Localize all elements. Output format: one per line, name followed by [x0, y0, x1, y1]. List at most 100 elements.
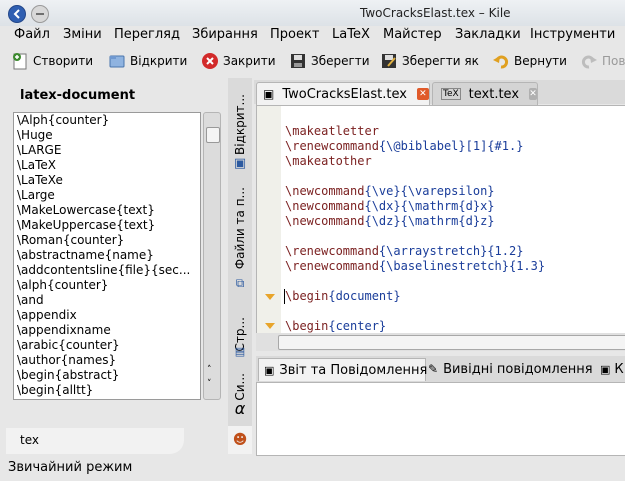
side-tab-open-label: Відкрит...: [233, 93, 247, 155]
open-folder-icon: [108, 52, 126, 70]
save-as-label: Зберегти як: [402, 54, 479, 68]
list-item[interactable]: \Large: [14, 188, 200, 203]
list-item[interactable]: \begin{array}{pos}{cols}: [14, 398, 200, 399]
save-small-icon: ▣: [233, 155, 247, 171]
open-button[interactable]: Відкрити: [108, 50, 187, 72]
redo-label: Пов: [602, 54, 625, 68]
bottom-tab-konsole[interactable]: ▣ К: [600, 358, 624, 380]
code-line: \renewcommand{\@biblabel}[1]{#1.}: [285, 139, 523, 153]
save-as-button[interactable]: Зберегти як: [380, 50, 479, 72]
code-keyword: \begin: [285, 289, 329, 303]
undo-label: Вернути: [514, 54, 567, 68]
editor-hscrollbar[interactable]: [256, 333, 625, 351]
list-item[interactable]: \LaTeX: [14, 158, 200, 173]
bottom-tab-log[interactable]: ▣ Звіт та Повідомлення: [258, 358, 427, 381]
side-tab-files[interactable]: Файли та п...: [228, 182, 252, 274]
tab-close-icon[interactable]: ✕: [529, 88, 537, 100]
scroll-up-icon[interactable]: ˄: [207, 365, 212, 375]
code-keyword: \renewcommand: [285, 244, 379, 258]
list-item[interactable]: \author{names}: [14, 353, 200, 368]
hscroll-thumb[interactable]: [278, 335, 625, 350]
list-item[interactable]: \arabic{counter}: [14, 338, 200, 353]
save-label: Зберегти: [311, 54, 370, 68]
list-item[interactable]: \and: [14, 293, 200, 308]
side-tab-files-label: Файли та п...: [233, 186, 247, 270]
output-panel[interactable]: [256, 382, 625, 456]
editor-tabs: ▣ TwoCracksElast.tex ✕ TeX text.tex ✕: [254, 80, 625, 105]
menu-file[interactable]: Файл: [14, 27, 50, 42]
list-item[interactable]: \appendixname: [14, 323, 200, 338]
status-text: Звичайний режим: [8, 460, 133, 475]
panel-tab-tex[interactable]: tex: [20, 433, 39, 447]
code-line: \renewcommand{\baselinestretch}{1.3}: [285, 259, 545, 273]
list-item[interactable]: \appendix: [14, 308, 200, 323]
fold-marker-icon[interactable]: [265, 323, 275, 329]
list-scrollbar[interactable]: ˄ ˅: [203, 112, 221, 400]
left-panel: latex-document \Alph{counter} \Huge \LARGE…: [0, 78, 228, 454]
app-menu-icon[interactable]: [8, 5, 26, 23]
scroll-thumb[interactable]: [206, 127, 220, 143]
editor-tab-label: text.tex: [468, 86, 520, 102]
close-button[interactable]: Закрити: [201, 50, 276, 72]
menu-bar: Файл Зміни Перегляд Збирання Проект LaTe…: [0, 26, 625, 46]
alpha-icon[interactable]: α: [228, 398, 252, 418]
bottom-tab-output[interactable]: ✎ Вивідні повідомлення: [428, 358, 593, 380]
menu-build[interactable]: Збирання: [192, 27, 258, 42]
menu-latex[interactable]: LaTeX: [332, 27, 370, 42]
list-item[interactable]: \LaTeXe: [14, 173, 200, 188]
list-item[interactable]: \addcontentsline{file}{sec...: [14, 263, 200, 278]
list-item[interactable]: \Roman{counter}: [14, 233, 200, 248]
menu-project[interactable]: Проект: [270, 27, 319, 42]
new-label: Створити: [33, 54, 93, 68]
save-button[interactable]: Зберегти: [289, 50, 370, 72]
new-button[interactable]: Створити: [11, 50, 93, 72]
minimize-button[interactable]: [31, 5, 49, 23]
menu-wizard[interactable]: Майстер: [383, 27, 442, 42]
code-args: {\dz}{\mathrm{d}z}: [364, 214, 495, 228]
redo-button[interactable]: Пов: [580, 50, 625, 72]
list-item[interactable]: \alph{counter}: [14, 278, 200, 293]
fold-marker-icon[interactable]: [265, 294, 275, 300]
code-line: \begin{center}: [285, 319, 386, 333]
bottom-tab-label: К: [614, 361, 624, 377]
user-icon[interactable]: ☻: [228, 426, 252, 454]
menu-bookmarks[interactable]: Закладки: [455, 27, 521, 42]
close-label: Закрити: [223, 54, 276, 68]
code-keyword: \begin: [285, 319, 329, 333]
code-line: \newcommand{\dz}{\mathrm{d}z}: [285, 214, 495, 228]
list-item[interactable]: \MakeLowercase{text}: [14, 203, 200, 218]
console-icon: ▣: [600, 362, 611, 376]
side-tab-symbols-label: Си...: [233, 373, 247, 401]
document-icon: ▣: [263, 87, 275, 101]
menu-view[interactable]: Перегляд: [114, 27, 180, 42]
list-item[interactable]: \begin{abstract}: [14, 368, 200, 383]
structure-icon: ▤: [234, 344, 246, 358]
list-item[interactable]: \begin{alltt}: [14, 383, 200, 398]
menu-edit[interactable]: Зміни: [63, 27, 102, 42]
code-args: {document}: [328, 289, 401, 303]
list-item[interactable]: \LARGE: [14, 143, 200, 158]
title-bar: TwoCracksElast.tex – Kile: [0, 0, 625, 26]
editor-tab[interactable]: TeX text.tex ✕: [432, 82, 538, 105]
undo-icon: [492, 52, 510, 70]
tab-close-icon[interactable]: ✕: [416, 88, 429, 100]
menu-tools[interactable]: Інструменти: [530, 27, 615, 42]
editor-gutter: [257, 106, 281, 334]
undo-button[interactable]: Вернути: [492, 50, 567, 72]
list-item[interactable]: \Alph{counter}: [14, 113, 200, 128]
command-list[interactable]: \Alph{counter} \Huge \LARGE \LaTeX \LaTeXe \L…: [13, 112, 201, 400]
scroll-down-icon[interactable]: ˅: [207, 379, 212, 389]
list-item[interactable]: \Huge: [14, 128, 200, 143]
code-editor[interactable]: \makeatletter \renewcommand{\@biblabel}[1…: [256, 105, 625, 335]
list-item[interactable]: \MakeUppercase{text}: [14, 218, 200, 233]
code-keyword: \makeatletter: [285, 124, 379, 138]
list-item[interactable]: \abstractname{name}: [14, 248, 200, 263]
editor-tab-active[interactable]: ▣ TwoCracksElast.tex ✕: [256, 82, 430, 105]
bottom-tab-label: Вивідні повідомлення: [443, 361, 593, 377]
side-tab-open[interactable]: Відкрит...: [228, 86, 252, 162]
code-args: {\@biblabel}[1]{#1.}: [378, 139, 524, 153]
code-keyword: \renewcommand: [285, 139, 379, 153]
save-as-icon: [380, 52, 398, 70]
side-tabs: Відкрит... ▣ Файли та п... ⧉ Стр... ▤ Си…: [228, 78, 252, 454]
code-line: \newcommand{\dx}{\mathrm{d}x}: [285, 199, 495, 213]
